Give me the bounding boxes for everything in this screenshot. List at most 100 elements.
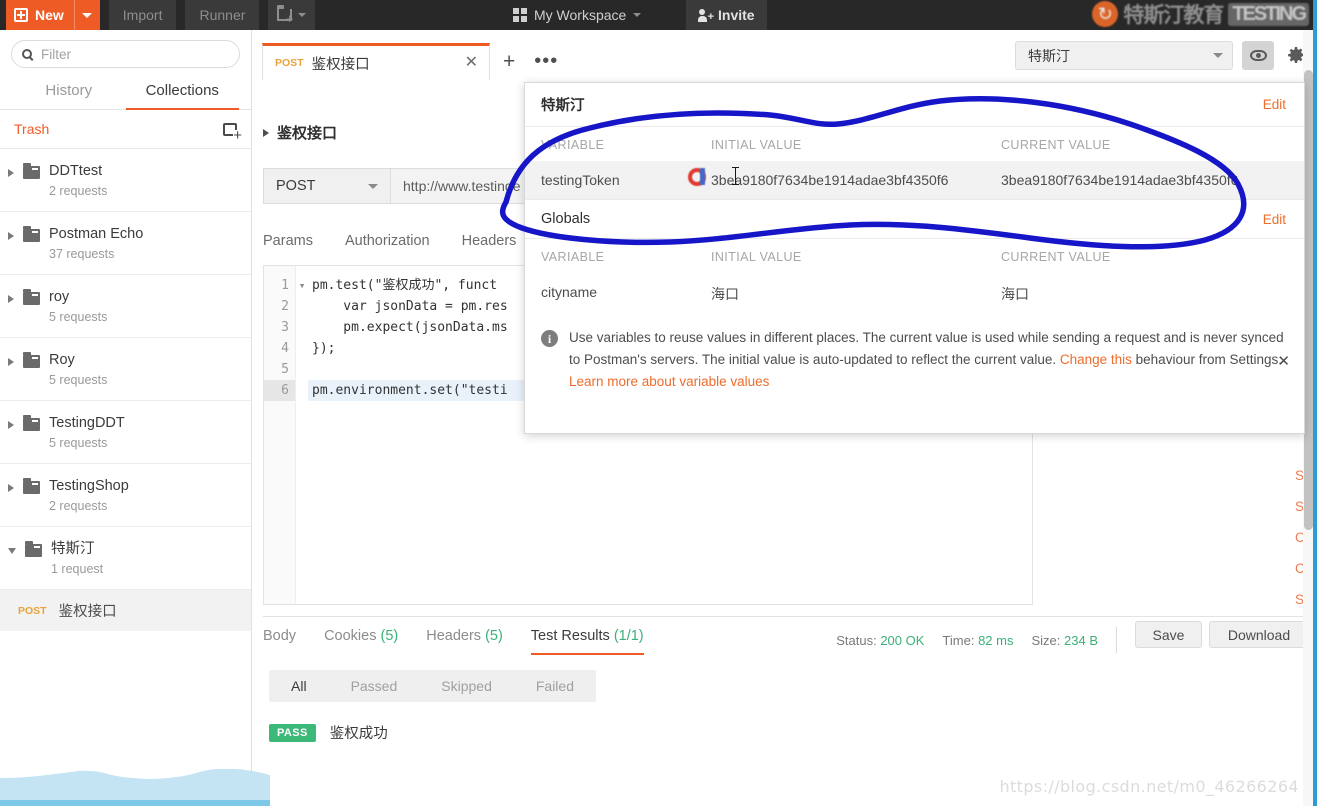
collection-tesiting-cn[interactable]: 特斯汀 1 request	[0, 527, 251, 590]
trash-row[interactable]: Trash	[0, 110, 251, 149]
folder-icon	[23, 352, 40, 368]
size-value: 234 B	[1064, 632, 1098, 648]
environment-selector[interactable]: 特斯汀	[1015, 41, 1233, 70]
tab-body[interactable]: Body	[263, 628, 296, 655]
globals-variable-row[interactable]: cityname 海口 海口	[525, 273, 1304, 315]
test-name: 鉴权成功	[329, 726, 388, 742]
tab-params[interactable]: Params	[263, 233, 313, 249]
variable-current-value: 3bea9180f7634be1914adae3bf4350f6	[1001, 172, 1239, 188]
trash-label: Trash	[14, 121, 50, 137]
runner-button[interactable]: Runner	[185, 0, 260, 30]
new-collection-icon[interactable]	[223, 122, 242, 142]
filter-all[interactable]: All	[269, 678, 329, 694]
tab-history[interactable]: History	[12, 74, 126, 110]
sidebar-request-item[interactable]: POST 鉴权接口	[0, 590, 251, 631]
filter-failed[interactable]: Failed	[514, 678, 596, 694]
main-scrollbar-thumb[interactable]	[1304, 70, 1313, 530]
request-tab-active[interactable]: POST 鉴权接口 ✕	[262, 43, 490, 80]
close-icon[interactable]: ✕	[1277, 351, 1290, 373]
method-label: POST	[276, 178, 316, 194]
line-number: 2	[281, 299, 289, 314]
collection-testingddt[interactable]: TestingDDT 5 requests	[0, 401, 251, 464]
status-meta: Status: 200 OK	[836, 633, 924, 648]
collection-count: 5 requests	[49, 373, 108, 387]
chevron-right-icon	[8, 169, 14, 177]
collection-testingshop[interactable]: TestingShop 2 requests	[0, 464, 251, 527]
status-value: 200 OK	[880, 632, 925, 648]
collection-count: 5 requests	[49, 310, 108, 324]
chevron-right-icon	[8, 358, 14, 366]
collection-name: TestingDDT	[49, 415, 125, 431]
response-meta: Status: 200 OK Time: 82 ms Size: 234 B	[836, 627, 1117, 653]
chevron-down-icon	[8, 548, 16, 554]
note-part2: behaviour from Settings.	[1131, 352, 1282, 367]
folder-icon	[23, 289, 40, 305]
popup-info-note: i Use variables to reuse values in diffe…	[525, 315, 1304, 403]
grid-icon	[513, 8, 527, 22]
filter-passed[interactable]: Passed	[329, 678, 420, 694]
save-button[interactable]: Save	[1135, 621, 1202, 648]
tab-headers[interactable]: Headers	[462, 233, 517, 249]
environment-selected-label: 特斯汀	[1028, 47, 1070, 64]
change-this-link[interactable]: Change this	[1060, 352, 1132, 367]
tab-name: 鉴权接口	[311, 56, 370, 73]
learn-more-link[interactable]: Learn more about variable values	[569, 374, 769, 389]
window-edge-accent	[1313, 0, 1317, 806]
tab-cookies[interactable]: Cookies (5)	[324, 628, 398, 655]
runner-label: Runner	[199, 7, 246, 23]
tab-more-icon[interactable]: •••	[528, 43, 564, 80]
tab-test-results[interactable]: Test Results (1/1)	[530, 628, 644, 655]
environment-variable-row[interactable]: testingToken 3bea9180f7634be1914adae3bf4…	[525, 161, 1304, 199]
new-button[interactable]: New	[6, 0, 74, 30]
line-number: 4	[281, 341, 289, 356]
new-tab-button[interactable]: +	[490, 43, 528, 80]
tab-headers-resp[interactable]: Headers (5)	[426, 628, 503, 655]
workspace-selector[interactable]: My Workspace	[513, 0, 642, 30]
search-input[interactable]	[41, 46, 229, 62]
globals-edit-link[interactable]: Edit	[1263, 212, 1286, 227]
fold-toggle-icon[interactable]: ▾	[296, 275, 308, 296]
col-variable: VARIABLE	[541, 250, 605, 264]
environment-column-headers: VARIABLE INITIAL VALUE CURRENT VALUE	[525, 127, 1304, 161]
collection-roy-upper[interactable]: Roy 5 requests	[0, 338, 251, 401]
time-label: Time:	[942, 632, 975, 648]
status-badge: PASS	[269, 723, 316, 742]
line-number: 6	[264, 380, 295, 401]
new-folder-button[interactable]	[268, 0, 316, 30]
close-icon[interactable]: ✕	[465, 55, 478, 71]
divider	[1116, 627, 1117, 653]
collection-count: 1 request	[51, 562, 104, 576]
brand-watermark: ↻ 特斯汀教育 TESTING	[1092, 0, 1309, 30]
collection-name: Postman Echo	[49, 226, 144, 242]
invite-button[interactable]: + Invite	[686, 0, 767, 30]
chevron-down-icon	[633, 13, 642, 17]
tab-authorization[interactable]: Authorization	[345, 233, 430, 249]
sidebar: History Collections Trash DDTtest 2 requ…	[0, 30, 252, 776]
method-selector[interactable]: POST	[263, 168, 391, 204]
watermark-chip: TESTING	[1228, 2, 1309, 26]
tab-test-results-label: Test Results	[530, 628, 610, 644]
new-dropdown-button[interactable]	[73, 0, 100, 30]
postman-app-window: New Import Runner My Workspace + Invite …	[0, 0, 1317, 806]
filter-box[interactable]	[11, 40, 240, 68]
breadcrumb[interactable]: 鉴权接口	[263, 122, 337, 143]
info-icon: i	[541, 330, 558, 347]
eye-icon	[1249, 50, 1267, 61]
import-button[interactable]: Import	[108, 0, 177, 30]
filter-skipped[interactable]: Skipped	[419, 678, 514, 694]
collection-ddttest[interactable]: DDTtest 2 requests	[0, 149, 251, 212]
environment-edit-link[interactable]: Edit	[1263, 97, 1286, 112]
download-button[interactable]: Download	[1209, 621, 1309, 648]
url-text: http://www.testinge	[403, 178, 521, 194]
collection-roy-lower[interactable]: roy 5 requests	[0, 275, 251, 338]
collection-postman-echo[interactable]: Postman Echo 37 requests	[0, 212, 251, 275]
chevron-down-icon	[82, 12, 93, 18]
response-tabs: Body Cookies (5) Headers (5) Test Result…	[263, 628, 644, 655]
editor-fold-column[interactable]: ▾	[296, 266, 308, 604]
tab-cookies-label: Cookies	[324, 628, 377, 644]
collection-count: 2 requests	[49, 184, 108, 198]
environment-quick-look-button[interactable]	[1242, 41, 1274, 70]
tab-collections[interactable]: Collections	[125, 74, 239, 110]
person-add-icon: +	[698, 8, 714, 22]
variable-name: testingToken	[541, 172, 620, 188]
